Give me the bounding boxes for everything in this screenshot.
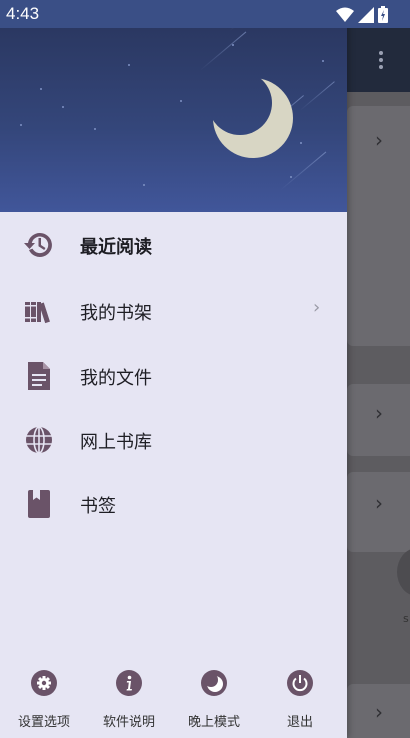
battery-icon xyxy=(378,6,388,23)
background-app[interactable]: › › › s › xyxy=(347,28,410,738)
shooting-star xyxy=(299,81,335,111)
night-mode-label: 晚上模式 xyxy=(187,715,240,730)
chevron-right-icon: › xyxy=(313,297,321,318)
night-mode-button[interactable]: 晚上模式 xyxy=(179,666,249,738)
status-bar: 4:43 xyxy=(0,0,410,28)
star xyxy=(322,60,324,62)
power-icon xyxy=(287,670,313,696)
chevron-right-icon: › xyxy=(375,491,383,515)
exit-button[interactable]: 退出 xyxy=(265,666,335,738)
drawer-header xyxy=(0,0,347,212)
menu-item-online-library[interactable]: 网上书库 xyxy=(0,407,347,471)
star xyxy=(94,128,96,130)
navigation-drawer: 最近阅读 我的书架 › 我的文件 网上书库 书签 设置选项 软件说明 晚上模式 … xyxy=(0,0,347,738)
gear-icon xyxy=(31,670,57,696)
background-avatar xyxy=(397,548,410,596)
bookshelf-icon xyxy=(25,302,50,324)
document-icon xyxy=(28,362,50,390)
more-vert-icon[interactable] xyxy=(379,50,383,70)
bookmark-icon xyxy=(28,490,50,518)
shooting-star xyxy=(199,31,247,71)
star xyxy=(20,124,22,126)
star xyxy=(180,100,182,102)
status-time: 4:43 xyxy=(6,4,40,23)
star xyxy=(232,44,234,46)
status-icons xyxy=(336,6,388,23)
menu-item-my-files[interactable]: 我的文件 xyxy=(0,343,347,407)
about-label: 软件说明 xyxy=(102,715,155,730)
star xyxy=(62,106,64,108)
star xyxy=(128,64,130,66)
star xyxy=(40,88,42,90)
menu-item-bookmarks[interactable]: 书签 xyxy=(0,471,347,535)
background-toolbar xyxy=(347,28,410,92)
moon-icon xyxy=(201,670,227,696)
info-icon xyxy=(116,670,142,696)
drawer-bottom-bar: 设置选项 软件说明 晚上模式 退出 xyxy=(0,666,347,738)
signal-icon xyxy=(358,6,374,23)
menu-item-label: 我的书架 xyxy=(80,303,152,324)
history-icon xyxy=(24,232,52,257)
wifi-icon xyxy=(336,7,354,22)
star xyxy=(290,176,292,178)
globe-icon xyxy=(26,426,52,454)
chevron-right-icon: › xyxy=(375,700,383,724)
settings-label: 设置选项 xyxy=(17,715,70,730)
crescent-moon-icon xyxy=(213,78,293,158)
star xyxy=(143,184,145,186)
star xyxy=(300,142,302,144)
about-button[interactable]: 软件说明 xyxy=(94,666,164,738)
menu-item-label: 书签 xyxy=(80,496,116,517)
chevron-right-icon: › xyxy=(375,401,383,425)
menu-item-label: 网上书库 xyxy=(80,432,152,453)
menu-item-recent-reading[interactable]: 最近阅读 xyxy=(0,212,347,276)
menu-item-bookshelf[interactable]: 我的书架 › xyxy=(0,278,347,342)
chevron-right-icon: › xyxy=(375,128,383,152)
menu-item-label: 我的文件 xyxy=(80,368,152,389)
settings-button[interactable]: 设置选项 xyxy=(9,666,79,738)
menu-item-label: 最近阅读 xyxy=(80,237,152,258)
exit-label: 退出 xyxy=(286,715,313,730)
background-partial-label: s xyxy=(403,612,409,625)
